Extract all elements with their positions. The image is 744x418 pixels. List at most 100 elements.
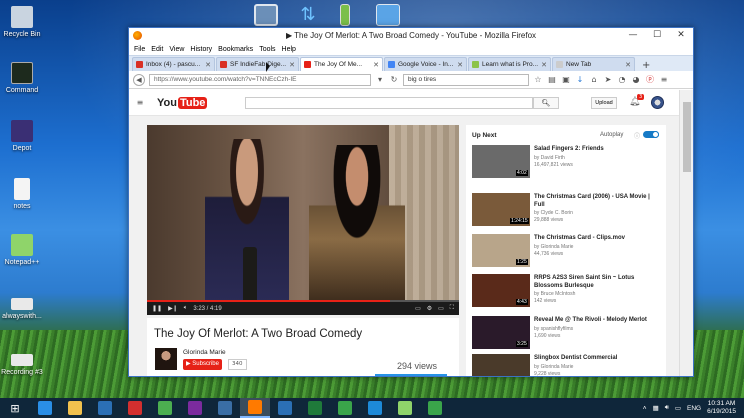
close-button[interactable]: ✕ xyxy=(669,28,693,43)
tab-inbox[interactable]: Inbox (4) - pascu... ✕ xyxy=(132,57,215,71)
network-icon[interactable] xyxy=(254,4,278,26)
desktop-icon-notepad[interactable]: Notepad++ xyxy=(0,234,48,266)
suggested-title[interactable]: Reveal Me @ The Rivoli - Melody Merlot xyxy=(534,316,662,324)
autoplay-toggle[interactable] xyxy=(643,131,659,138)
url-bar[interactable]: https://www.youtube.com/watch?v=TNNEcCzh… xyxy=(149,73,371,86)
menu-view[interactable]: View xyxy=(169,46,184,53)
menu-bookmarks[interactable]: Bookmarks xyxy=(218,46,253,53)
taskbar-item[interactable] xyxy=(330,398,360,418)
maximize-button[interactable]: ☐ xyxy=(645,28,669,43)
hangouts-icon[interactable]: ◕ xyxy=(631,75,641,85)
taskbar-item[interactable] xyxy=(180,398,210,418)
tab-youtube[interactable]: The Joy Of Me... ✕ xyxy=(300,57,383,71)
network-tray-icon[interactable]: ▦ xyxy=(653,404,659,412)
desktop-icon-recording[interactable]: Recording #3 xyxy=(0,348,48,376)
tab-google-voice[interactable]: Google Voice - In... ✕ xyxy=(384,57,467,71)
clock[interactable]: 10:31 AM 6/19/2015 xyxy=(707,400,736,416)
search-bar[interactable]: big o tires xyxy=(403,73,529,86)
suggested-title[interactable]: Salad Fingers 2: Friends xyxy=(534,145,662,153)
video-frame[interactable] xyxy=(147,125,459,302)
desktop-icon-command[interactable]: Command xyxy=(0,62,48,94)
suggested-video[interactable]: Slingbox Dentist Commercial by Glorinda … xyxy=(472,354,662,376)
close-tab-icon[interactable]: ✕ xyxy=(457,61,463,69)
page-scrollbar[interactable] xyxy=(679,90,693,376)
suggested-video[interactable]: 4:43 RRPS A2S3 Siren Saint Sin ~ Lotus B… xyxy=(472,274,662,308)
taskbar-item[interactable] xyxy=(150,398,180,418)
pause-icon[interactable]: ❚❚ xyxy=(152,305,162,312)
desktop-icon-depot[interactable]: Depot xyxy=(0,120,48,152)
taskbar-item[interactable] xyxy=(270,398,300,418)
desktop-icon-alwayswith[interactable]: alwayswith... xyxy=(0,292,48,320)
volume-tray-icon[interactable]: 🔊︎ xyxy=(665,404,669,412)
taskbar-item[interactable] xyxy=(60,398,90,418)
action-center-icon[interactable]: ▭ xyxy=(675,404,681,412)
menu-file[interactable]: File xyxy=(134,46,145,53)
download-icon[interactable]: ↓ xyxy=(575,75,585,85)
next-icon[interactable]: ▶❙ xyxy=(168,305,178,312)
computer-icon[interactable] xyxy=(376,4,400,26)
suggested-title[interactable]: RRPS A2S3 Siren Saint Sin ~ Lotus Blosso… xyxy=(534,274,662,290)
menu-history[interactable]: History xyxy=(190,46,212,53)
subscribe-button[interactable]: ▶ Subscribe xyxy=(183,359,222,370)
taskbar-item[interactable] xyxy=(90,398,120,418)
suggested-title[interactable]: The Christmas Card (2006) - USA Movie | … xyxy=(534,193,662,209)
youtube-logo[interactable]: You Tube xyxy=(157,96,208,109)
taskbar-item[interactable] xyxy=(210,398,240,418)
info-icon[interactable]: ⓘ xyxy=(634,131,640,140)
taskbar-item[interactable] xyxy=(360,398,390,418)
lock-icon[interactable]: ▣ xyxy=(561,75,571,85)
minimize-button[interactable]: — xyxy=(621,28,645,43)
channel-avatar[interactable] xyxy=(155,348,177,370)
show-hidden-icons-icon[interactable]: ˄ xyxy=(643,405,647,412)
reload-icon[interactable]: ↻ xyxy=(389,75,399,85)
sync-icon[interactable]: ⇅ xyxy=(296,4,320,26)
suggested-title[interactable]: The Christmas Card - Clips.mov xyxy=(534,234,662,242)
close-tab-icon[interactable]: ✕ xyxy=(289,61,295,69)
hamburger-icon[interactable]: ≡ xyxy=(135,98,145,108)
video-player[interactable]: ❚❚ ▶❙ 🔈︎ 3:23 / 4:19 ▭ ⚙ ▭ ⛶ xyxy=(147,125,459,315)
clipboard-icon[interactable]: ▤ xyxy=(547,75,557,85)
youtube-search-input[interactable] xyxy=(245,97,533,109)
home-icon[interactable]: ⌂ xyxy=(589,75,599,85)
dropdown-icon[interactable]: ▾ xyxy=(375,75,385,85)
desktop-icon-notes[interactable]: notes xyxy=(0,178,48,210)
taskbar-item[interactable] xyxy=(120,398,150,418)
close-tab-icon[interactable]: ✕ xyxy=(205,61,211,69)
battery-icon[interactable] xyxy=(340,4,350,26)
suggested-video[interactable]: 3:25 Reveal Me @ The Rivoli - Melody Mer… xyxy=(472,316,662,350)
taskbar-item[interactable] xyxy=(390,398,420,418)
suggested-video[interactable]: 1:25 The Christmas Card - Clips.mov by G… xyxy=(472,234,662,268)
chat-icon[interactable]: ◔ xyxy=(617,75,627,85)
taskbar-item[interactable] xyxy=(30,398,60,418)
upload-button[interactable]: Upload xyxy=(591,97,617,109)
channel-name[interactable]: Glorinda Marie xyxy=(183,349,226,356)
taskbar-item[interactable] xyxy=(420,398,450,418)
tab-learn[interactable]: Learn what is Pro... ✕ xyxy=(468,57,551,71)
back-button[interactable]: ◀ xyxy=(133,73,145,86)
menu-help[interactable]: Help xyxy=(282,46,296,53)
start-button[interactable]: ⊞ xyxy=(0,398,30,418)
pinterest-icon[interactable]: ⓟ xyxy=(645,75,655,85)
new-tab-button[interactable]: + xyxy=(636,60,656,71)
menu-tools[interactable]: Tools xyxy=(259,46,275,53)
suggested-title[interactable]: Slingbox Dentist Commercial xyxy=(534,354,662,362)
video-thumbnail[interactable] xyxy=(472,354,530,376)
taskbar-item-firefox[interactable] xyxy=(240,398,270,418)
taskbar-item[interactable] xyxy=(300,398,330,418)
suggested-video[interactable]: 4:02 Salad Fingers 2: Friends by David F… xyxy=(472,145,662,179)
volume-icon[interactable]: 🔈︎ xyxy=(184,305,188,312)
star-icon[interactable]: ☆ xyxy=(533,75,543,85)
tab-new-tab[interactable]: New Tab ✕ xyxy=(552,57,635,71)
desktop-icon-recycle-bin[interactable]: Recycle Bin xyxy=(0,6,48,38)
menu-edit[interactable]: Edit xyxy=(151,46,163,53)
fullscreen-icon[interactable]: ⛶ xyxy=(450,305,454,312)
youtube-search-button[interactable]: 🔍︎ xyxy=(533,97,559,109)
suggested-video[interactable]: 1:24:15 The Christmas Card (2006) - USA … xyxy=(472,193,662,227)
close-tab-icon[interactable]: ✕ xyxy=(625,61,631,69)
close-tab-icon[interactable]: ✕ xyxy=(373,61,379,69)
menu-icon[interactable]: ≡ xyxy=(659,75,669,85)
settings-gear-icon[interactable]: ⚙ xyxy=(427,305,432,312)
language-indicator[interactable]: ENG xyxy=(687,405,701,412)
theater-mode-icon[interactable]: ▭ xyxy=(438,305,444,312)
close-tab-icon[interactable]: ✕ xyxy=(541,61,547,69)
